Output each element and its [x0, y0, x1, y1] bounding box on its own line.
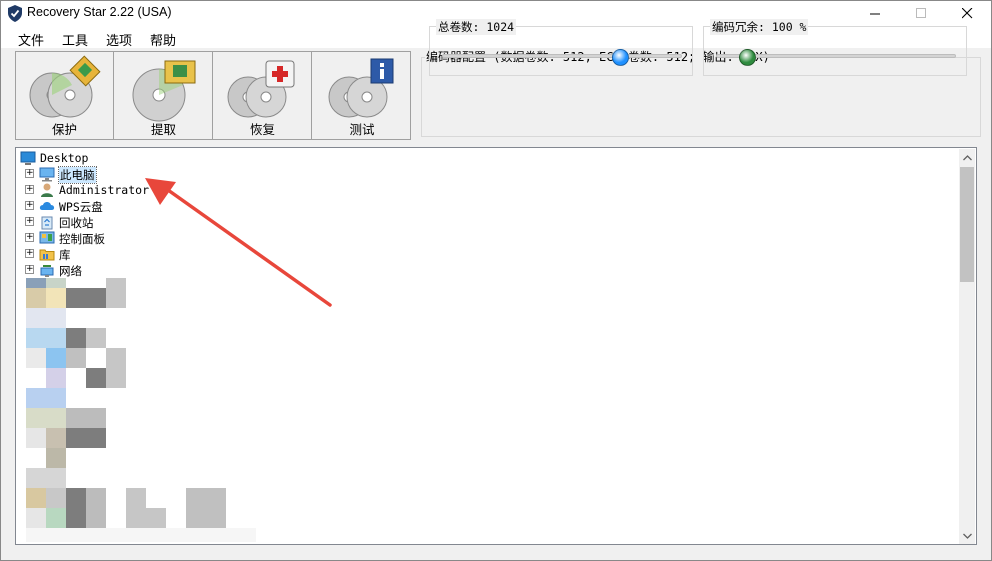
discs-firstaid-icon: [227, 60, 295, 118]
recycle-bin-icon: [41, 216, 53, 230]
redundancy-label: 编码冗余: 100 %: [710, 19, 809, 35]
redundancy-group: 编码冗余: 100 %: [703, 19, 967, 76]
discs-protect-icon: [29, 55, 101, 118]
expand-toggle[interactable]: +: [25, 201, 34, 210]
computer-icon: [39, 167, 55, 182]
restore-label: 恢复: [249, 122, 275, 137]
cloud-icon: [39, 202, 55, 210]
menu-file[interactable]: 文件: [18, 30, 44, 49]
user-icon: [41, 183, 53, 197]
total-volumes-label: 总卷数: 1024: [436, 19, 517, 35]
library-folder-icon: [39, 249, 55, 261]
folder-tree[interactable]: Desktop + 此电脑 + Administrator + WPS云盘 + 回收站 + 控制面…: [15, 147, 977, 545]
scroll-down-button[interactable]: [959, 527, 975, 544]
test-label: 测试: [349, 122, 375, 137]
disc-extract-icon: [132, 60, 196, 122]
tree-item-label: 控制面板: [59, 232, 105, 246]
extract-button[interactable]: 提取: [115, 52, 213, 139]
redundancy-thumb[interactable]: [738, 49, 756, 66]
chevron-down-icon: [962, 533, 972, 539]
protect-button[interactable]: 保护: [16, 52, 114, 139]
discs-info-icon: [328, 58, 394, 118]
redundancy-slider[interactable]: [716, 49, 956, 66]
shield-check-icon: [8, 5, 22, 22]
tree-item-label: 网络: [59, 264, 82, 278]
expand-toggle[interactable]: +: [25, 249, 34, 258]
restore-button[interactable]: 恢复: [214, 52, 312, 139]
extract-label: 提取: [150, 122, 176, 137]
tree-item-label: 库: [59, 248, 71, 262]
menu-help[interactable]: 帮助: [150, 30, 176, 49]
maximize-icon: [915, 8, 926, 18]
network-icon: [40, 265, 54, 277]
test-button[interactable]: 测试: [313, 52, 411, 139]
tree-item-label: 回收站: [59, 216, 94, 230]
expand-toggle[interactable]: +: [25, 217, 34, 226]
control-panel-icon: [39, 231, 55, 244]
chevron-up-icon: [962, 154, 972, 160]
scroll-up-button[interactable]: [959, 149, 975, 166]
expand-toggle[interactable]: +: [25, 233, 34, 242]
close-button[interactable]: [944, 0, 990, 27]
menu-tools[interactable]: 工具: [62, 30, 88, 49]
total-volumes-group: 总卷数: 1024: [429, 19, 693, 76]
tree-root-label: Desktop: [40, 151, 89, 165]
tree-scrollbar[interactable]: [959, 149, 975, 544]
protect-label: 保护: [51, 122, 77, 137]
scroll-thumb[interactable]: [960, 167, 974, 282]
expand-toggle[interactable]: +: [25, 265, 34, 274]
window-title: Recovery Star 2.22 (USA): [27, 5, 172, 19]
close-icon: [961, 8, 972, 19]
total-volumes-thumb[interactable]: [612, 49, 630, 66]
expand-toggle[interactable]: +: [25, 169, 34, 178]
action-toolbar: 保护 提取 恢复 测试: [15, 51, 411, 140]
maximize-button[interactable]: [898, 0, 944, 27]
desktop-icon: [20, 151, 36, 165]
expand-toggle[interactable]: +: [25, 185, 34, 194]
tree-item-label: 此电脑: [58, 166, 97, 184]
total-volumes-slider[interactable]: [442, 49, 682, 66]
minimize-icon: [869, 13, 880, 15]
tree-item-label: Administrator: [59, 183, 150, 197]
tree-item-label: WPS云盘: [59, 200, 103, 214]
menu-options[interactable]: 选项: [106, 30, 132, 49]
minimize-button[interactable]: [852, 0, 898, 27]
